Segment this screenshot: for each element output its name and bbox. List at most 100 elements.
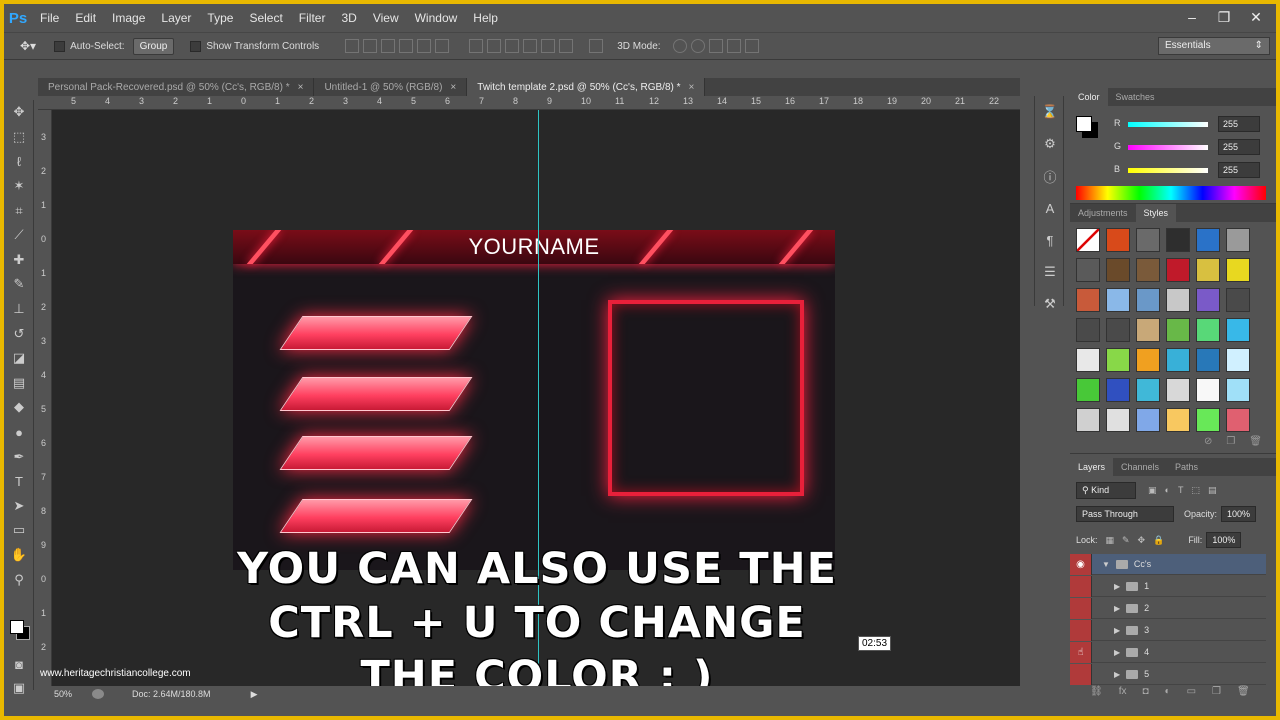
stamp-tool-icon[interactable]: ⊥	[4, 297, 34, 322]
slide-3d-icon[interactable]	[726, 39, 741, 53]
style-swatch[interactable]	[1076, 348, 1100, 372]
blur-tool-icon[interactable]: ◆	[4, 395, 34, 420]
tool-presets-icon[interactable]: ⚒	[1035, 288, 1065, 320]
visibility-toggle[interactable]	[1070, 619, 1092, 641]
close-icon[interactable]: ×	[689, 82, 695, 93]
zoom-tool-icon[interactable]: ⚲	[4, 567, 34, 592]
canvas-area[interactable]: YOURNAME YOU CAN ALSO USE THE CTRL + U T…	[52, 110, 1020, 688]
color-swatches[interactable]	[10, 620, 30, 640]
style-swatch[interactable]	[1196, 348, 1220, 372]
align-bottom-icon[interactable]	[381, 39, 396, 53]
layer-row[interactable]: ▶ 2	[1070, 597, 1266, 619]
color-spectrum-bar[interactable]	[1076, 186, 1266, 200]
auto-align-icon[interactable]	[585, 39, 604, 53]
visibility-toggle[interactable]: ☝	[1070, 641, 1092, 663]
foreground-color-swatch[interactable]	[10, 620, 24, 634]
filter-type-icons[interactable]: ▣◐T⬚▤	[1148, 485, 1224, 496]
shape-tool-icon[interactable]: ▭	[4, 518, 34, 543]
menu-help[interactable]: Help	[465, 4, 506, 32]
style-swatch[interactable]	[1166, 318, 1190, 342]
style-swatch[interactable]	[1196, 228, 1220, 252]
new-group-icon[interactable]: ▭	[1187, 686, 1196, 697]
style-swatch[interactable]	[1076, 318, 1100, 342]
style-swatch[interactable]	[1226, 408, 1250, 432]
style-swatch[interactable]	[1076, 408, 1100, 432]
minimize-button[interactable]: –	[1176, 4, 1208, 30]
visibility-toggle[interactable]	[1070, 575, 1092, 597]
expand-triangle-icon[interactable]: ▶	[1114, 604, 1120, 613]
layer-style-fx-icon[interactable]: fx	[1119, 686, 1127, 697]
tab-channels[interactable]: Channels	[1113, 458, 1167, 476]
style-swatch[interactable]	[1136, 348, 1160, 372]
style-swatch[interactable]	[1166, 288, 1190, 312]
distribute-left-icon[interactable]	[523, 39, 538, 53]
blue-slider[interactable]	[1128, 168, 1208, 173]
style-swatch[interactable]	[1136, 288, 1160, 312]
paragraph-panel-icon[interactable]: ¶	[1035, 224, 1065, 256]
style-swatch[interactable]	[1136, 378, 1160, 402]
new-style-icon[interactable]: ❐	[1226, 436, 1235, 454]
style-swatch[interactable]	[1196, 258, 1220, 282]
marquee-tool-icon[interactable]: ⬚	[4, 125, 34, 150]
align-top-icon[interactable]	[345, 39, 360, 53]
show-transform-checkbox[interactable]: Show Transform Controls	[190, 40, 319, 52]
distribute-top-icon[interactable]	[469, 39, 484, 53]
path-selection-tool-icon[interactable]: ➤	[4, 494, 34, 519]
magic-wand-tool-icon[interactable]: ✶	[4, 174, 34, 199]
auto-select-checkbox[interactable]: Auto-Select:	[54, 40, 125, 52]
menu-3d[interactable]: 3D	[333, 4, 364, 32]
history-panel-icon[interactable]: ⌛	[1035, 96, 1065, 128]
distribute-center-icon[interactable]	[541, 39, 556, 53]
properties-panel-icon[interactable]: ☰	[1035, 256, 1065, 288]
align-center-icon[interactable]	[417, 39, 432, 53]
align-left-icon[interactable]	[399, 39, 414, 53]
style-swatch[interactable]	[1166, 258, 1190, 282]
menu-type[interactable]: Type	[199, 4, 241, 32]
align-middle-icon[interactable]	[363, 39, 378, 53]
red-value-input[interactable]: 255	[1218, 116, 1260, 132]
style-swatch[interactable]	[1106, 228, 1130, 252]
layer-row[interactable]: ▶ 1	[1070, 575, 1266, 597]
eraser-tool-icon[interactable]: ◪	[4, 346, 34, 371]
layer-row[interactable]: ▶ 3	[1070, 619, 1266, 641]
rotate-3d-icon[interactable]	[672, 39, 687, 53]
menu-file[interactable]: File	[32, 4, 67, 32]
expand-triangle-icon[interactable]: ▼	[1102, 560, 1110, 569]
tab-adjustments[interactable]: Adjustments	[1070, 204, 1136, 222]
tab-color[interactable]: Color	[1070, 88, 1108, 106]
align-right-icon[interactable]	[435, 39, 450, 53]
menu-select[interactable]: Select	[241, 4, 290, 32]
expand-triangle-icon[interactable]: ▶	[1114, 582, 1120, 591]
move-tool-icon[interactable]: ✥▾	[20, 39, 36, 53]
tab-untitled-1[interactable]: Untitled-1 @ 50% (RGB/8) ×	[314, 78, 468, 98]
status-info-icon[interactable]	[92, 689, 105, 699]
drag-3d-icon[interactable]	[708, 39, 723, 53]
tab-layers[interactable]: Layers	[1070, 458, 1114, 476]
style-swatch[interactable]	[1166, 408, 1190, 432]
dodge-tool-icon[interactable]: ●	[4, 420, 34, 445]
style-swatch[interactable]	[1196, 408, 1220, 432]
eyedropper-tool-icon[interactable]: ⟋	[4, 223, 34, 248]
style-swatch[interactable]	[1076, 288, 1100, 312]
distribute-middle-icon[interactable]	[487, 39, 502, 53]
opacity-input[interactable]: 100%	[1221, 506, 1257, 522]
style-swatch[interactable]	[1076, 258, 1100, 282]
restore-button[interactable]: ❐	[1208, 4, 1240, 30]
style-swatch[interactable]	[1106, 408, 1130, 432]
tab-styles[interactable]: Styles	[1135, 204, 1177, 222]
distribute-bottom-icon[interactable]	[505, 39, 520, 53]
info-panel-icon[interactable]: ⓘ	[1035, 160, 1065, 192]
add-mask-icon[interactable]: ◘	[1142, 686, 1148, 697]
style-swatch[interactable]	[1076, 228, 1100, 252]
menu-filter[interactable]: Filter	[291, 4, 334, 32]
style-swatch[interactable]	[1226, 348, 1250, 372]
expand-triangle-icon[interactable]: ▶	[1114, 648, 1120, 657]
link-layers-icon[interactable]: ⛓	[1090, 686, 1103, 697]
green-slider[interactable]	[1128, 145, 1208, 150]
style-swatch[interactable]	[1136, 318, 1160, 342]
roll-3d-icon[interactable]	[690, 39, 705, 53]
type-tool-icon[interactable]: T	[4, 469, 34, 494]
style-swatch[interactable]	[1226, 228, 1250, 252]
layer-filter-dropdown[interactable]: ⚲ Kind	[1076, 482, 1136, 499]
blend-mode-dropdown[interactable]: Pass Through	[1076, 506, 1174, 522]
